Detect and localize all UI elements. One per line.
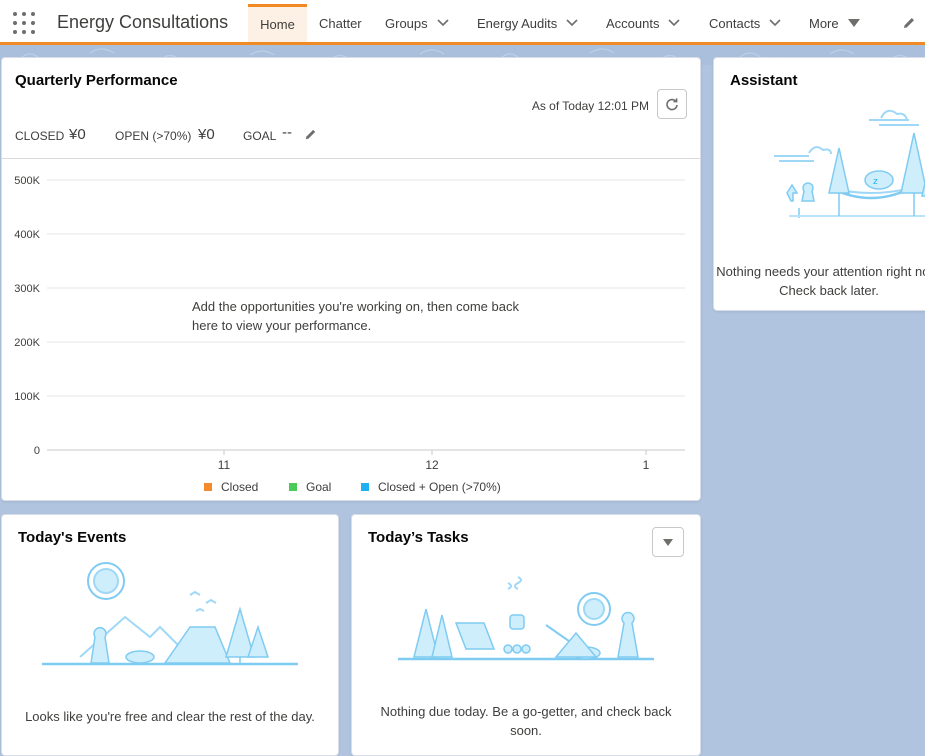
y-tick-label: 100K [14,391,40,403]
nav-tab-energy-audits[interactable]: Energy Audits [477,4,578,42]
legend-label: Closed [221,480,258,494]
y-tick-label: 300K [14,283,40,295]
nav-tab-groups[interactable]: Groups [385,4,449,42]
nav-tab-contacts[interactable]: Contacts [709,4,781,42]
refresh-icon [666,98,678,111]
nav-tab-label: More [809,15,839,31]
edit-nav-pencil-icon[interactable] [901,15,917,31]
chevron-down-icon[interactable] [566,19,578,27]
open-value: ¥0 [198,126,215,143]
as-of-timestamp: As of Today 12:01 PM [531,99,649,113]
edit-goal-pencil-icon[interactable] [303,127,318,142]
assistant-message: Nothing needs your attention right now. … [716,264,925,298]
legend-label: Closed + Open (>70%) [378,480,501,494]
tasks-message: Nothing due today. Be a go-getter, and c… [380,704,672,738]
camping-illustration [42,562,298,666]
nav-tab-label: Home [260,17,295,32]
card-title: Today’s Tasks [368,529,469,546]
legend-swatch [204,483,212,491]
nav-tab-home[interactable]: Home [248,4,307,42]
assistant-card: Assistant z Nothing needs your attention… [713,57,925,311]
svg-text:z: z [873,177,878,187]
tasks-filter-dropdown[interactable] [652,527,684,557]
events-message: Looks like you're free and clear the res… [25,709,315,724]
open-label: OPEN (>70%) [115,129,192,143]
caret-down-icon[interactable] [847,19,860,27]
refresh-button[interactable] [657,89,687,119]
y-tick-label: 500K [14,175,40,187]
picnic-illustration [398,576,654,661]
x-tick-label: 1 [643,458,650,472]
closed-label: CLOSED [15,129,65,143]
y-tick-label: 200K [14,337,40,349]
legend-swatch [361,483,369,491]
hammock-illustration: z [774,109,925,218]
goal-value: -- [282,124,292,141]
x-tick-label: 11 [218,458,231,472]
nav-tab-label: Accounts [606,15,660,31]
legend-swatch [289,483,297,491]
chevron-down-icon[interactable] [769,19,781,27]
nav-tab-label: Chatter [319,15,362,31]
goal-label: GOAL [243,129,277,143]
quarterly-performance-card: Quarterly Performance As of Today 12:01 … [1,57,701,501]
closed-value: ¥0 [69,126,86,143]
chevron-down-icon[interactable] [437,19,449,27]
chart-empty-message: Add the opportunities you're working on,… [182,297,558,335]
nav-more-menu[interactable]: More [809,4,860,42]
caret-down-icon [663,538,673,546]
nav-tab-chatter[interactable]: Chatter [319,4,362,42]
card-title: Quarterly Performance [15,72,178,89]
x-tick-label: 12 [425,458,439,472]
nav-tab-label: Groups [385,15,428,31]
app-name: Energy Consultations [57,12,229,32]
y-tick-label: 400K [14,229,40,241]
chevron-down-icon[interactable] [668,19,681,27]
nav-tab-accounts[interactable]: Accounts [606,4,681,42]
nav-tab-label: Energy Audits [477,15,558,31]
todays-tasks-card: Today’s Tasks Nothing due today. Be a go… [351,514,701,756]
legend-label: Goal [306,480,331,494]
card-title: Assistant [730,72,798,89]
todays-events-card: Today's Events Looks like you're free an… [1,514,339,756]
global-navigation: Energy Consultations Home Chatter Groups… [0,0,925,45]
card-title: Today's Events [18,529,127,546]
nav-tab-label: Contacts [709,15,761,31]
app-launcher-icon[interactable] [13,12,35,34]
y-tick-label: 0 [34,445,40,457]
